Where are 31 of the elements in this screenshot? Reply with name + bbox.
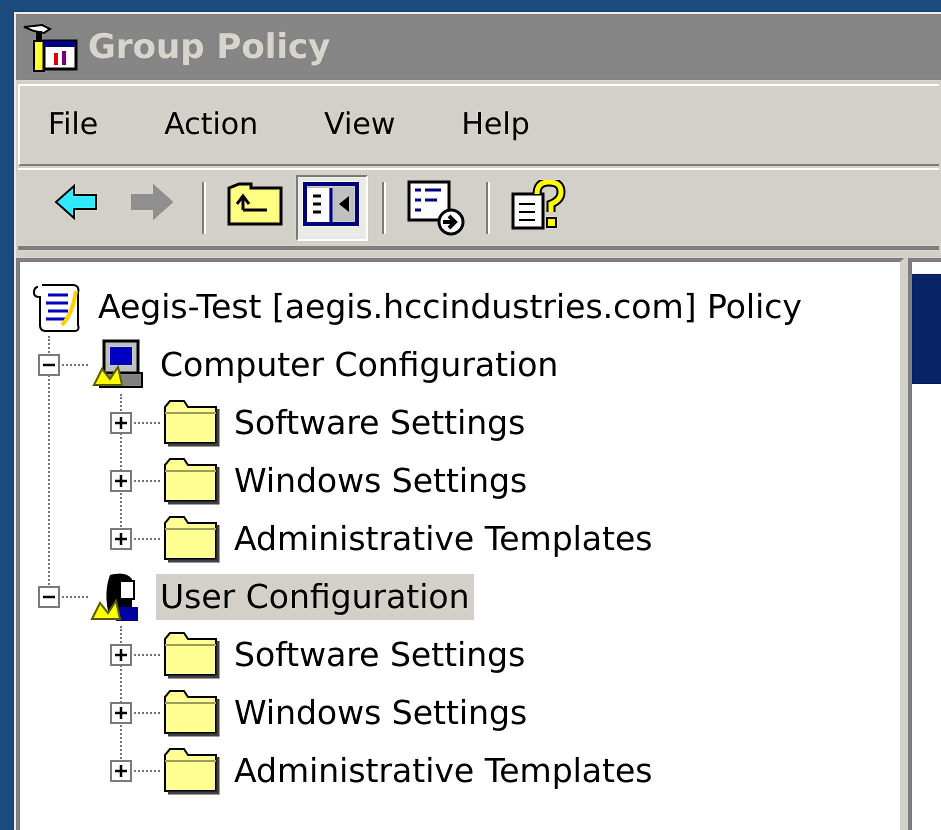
menu-item[interactable]: File bbox=[48, 110, 98, 140]
expand-icon[interactable] bbox=[110, 470, 132, 492]
tree-item[interactable]: Software Settings bbox=[230, 400, 530, 446]
tree-item[interactable]: Windows Settings bbox=[230, 458, 532, 504]
folder-icon bbox=[162, 397, 220, 449]
expand-icon[interactable] bbox=[110, 412, 132, 434]
expand-icon[interactable] bbox=[110, 644, 132, 666]
expand-icon[interactable] bbox=[110, 760, 132, 782]
tree-item[interactable]: Software Settings bbox=[230, 632, 530, 678]
folder-icon bbox=[162, 455, 220, 507]
expand-icon[interactable] bbox=[110, 528, 132, 550]
tree-item[interactable]: Aegis-Test [aegis.hccindustries.com] Policy bbox=[94, 284, 806, 330]
folder-icon bbox=[162, 513, 220, 565]
tree-item[interactable]: Administrative Templates bbox=[230, 516, 656, 562]
menu-item[interactable]: Help bbox=[461, 110, 530, 140]
tree-item[interactable]: User Configuration bbox=[156, 574, 474, 620]
menu-item[interactable]: Action bbox=[164, 110, 258, 140]
toggle-button[interactable] bbox=[296, 175, 368, 241]
tree-item[interactable]: Administrative Templates bbox=[230, 748, 656, 794]
computer-icon bbox=[90, 339, 146, 391]
tree-item[interactable]: Windows Settings bbox=[230, 690, 532, 736]
folder-icon bbox=[162, 687, 220, 739]
folder-icon bbox=[162, 745, 220, 797]
expand-icon[interactable] bbox=[110, 702, 132, 724]
collapse-icon[interactable] bbox=[38, 354, 60, 376]
window-title: Group Policy bbox=[88, 30, 330, 64]
export-list-icon bbox=[407, 180, 465, 236]
menu-item[interactable]: View bbox=[324, 110, 396, 140]
collapse-icon[interactable] bbox=[38, 586, 60, 608]
tree-item[interactable]: Computer Configuration bbox=[156, 342, 562, 388]
folder-icon bbox=[162, 629, 220, 681]
